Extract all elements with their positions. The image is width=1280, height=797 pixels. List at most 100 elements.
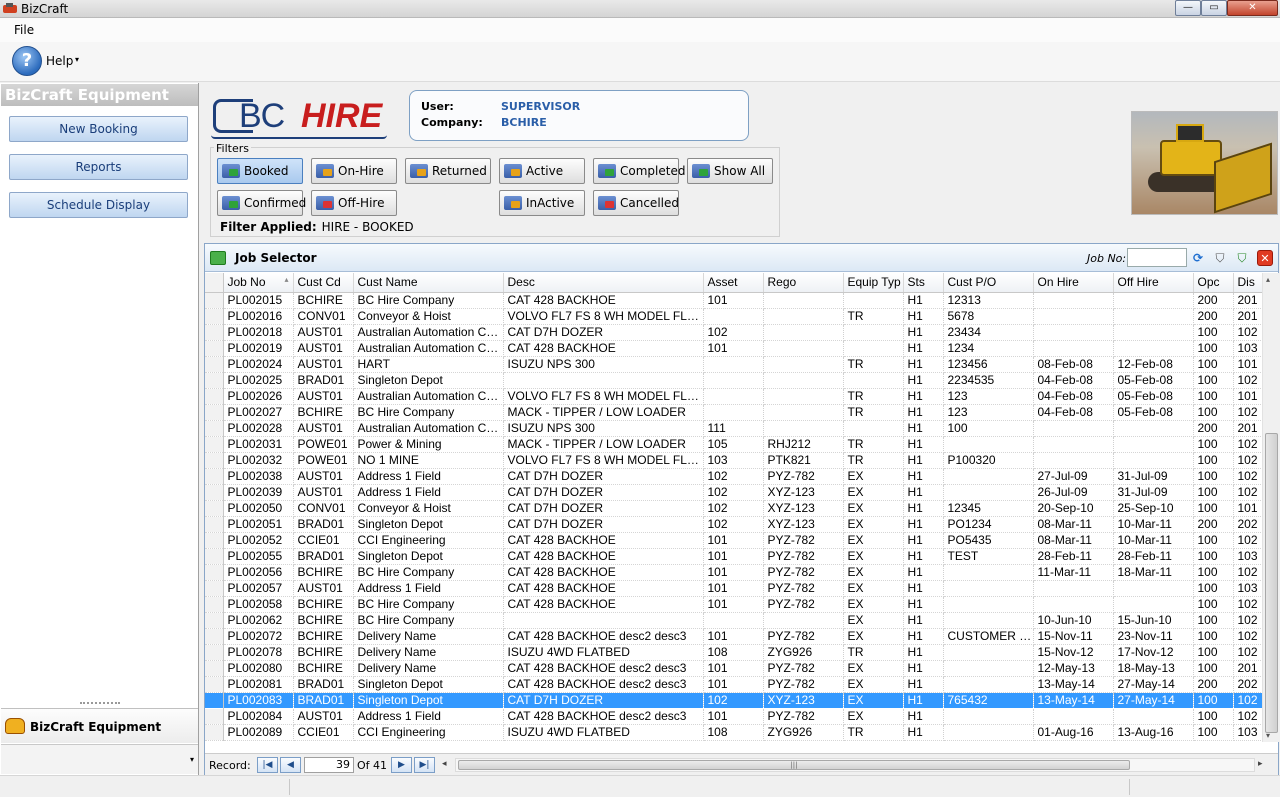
table-cell[interactable]: PL002018 (223, 324, 294, 341)
table-cell[interactable]: Power & Mining (353, 436, 504, 453)
table-cell[interactable]: 13-Aug-16 (1113, 724, 1194, 741)
table-cell[interactable]: BRAD01 (293, 372, 354, 389)
table-cell[interactable]: EX (843, 612, 904, 629)
column-header[interactable]: Desc (503, 273, 704, 293)
table-cell[interactable] (943, 612, 1034, 629)
table-cell[interactable] (1033, 596, 1114, 613)
table-cell[interactable]: 201 (1233, 292, 1262, 309)
table-cell[interactable]: Singleton Depot (353, 372, 504, 389)
scroll-up-icon[interactable]: ▴ (1266, 275, 1270, 284)
column-header[interactable]: Rego (763, 273, 844, 293)
column-header[interactable]: Opc (1193, 273, 1234, 293)
table-cell[interactable]: Australian Automation Cen... (353, 324, 504, 341)
table-cell[interactable]: EX (843, 676, 904, 693)
column-header[interactable]: Sts (903, 273, 944, 293)
filter-returned-button[interactable]: Returned (405, 158, 491, 184)
table-cell[interactable]: H1 (903, 644, 944, 661)
table-cell[interactable]: BCHIRE (293, 644, 354, 661)
table-cell[interactable]: H1 (903, 436, 944, 453)
table-cell[interactable]: EX (843, 564, 904, 581)
table-cell[interactable]: H1 (903, 324, 944, 341)
filter-active-button[interactable]: Active (499, 158, 585, 184)
minimize-button[interactable]: — (1175, 0, 1201, 16)
table-cell[interactable]: CUSTOMER P... (943, 628, 1034, 645)
table-cell[interactable]: CONV01 (293, 308, 354, 325)
scroll-down-icon[interactable]: ▾ (1266, 731, 1270, 740)
new-booking-button[interactable]: New Booking (9, 116, 188, 142)
schedule-display-button[interactable]: Schedule Display (9, 192, 188, 218)
table-cell[interactable]: 15-Jun-10 (1113, 612, 1194, 629)
table-cell[interactable] (703, 372, 764, 389)
table-cell[interactable]: PL002089 (223, 724, 294, 741)
table-cell[interactable]: ISUZU 4WD FLATBED (503, 724, 704, 741)
table-row[interactable]: PL002051 BRAD01 Singleton Depot CAT D7H DOZ… (205, 516, 1262, 533)
table-cell[interactable]: 18-May-13 (1113, 660, 1194, 677)
table-cell[interactable] (943, 580, 1034, 597)
help-caret-icon[interactable]: ▾ (75, 55, 79, 64)
table-cell[interactable]: EX (843, 468, 904, 485)
help-icon[interactable]: ? (12, 46, 42, 76)
table-cell[interactable]: 100 (1193, 532, 1234, 549)
table-cell[interactable]: 04-Feb-08 (1033, 372, 1114, 389)
table-cell[interactable]: EX (843, 580, 904, 597)
vertical-scrollbar[interactable]: ▴ ▾ (1262, 273, 1279, 742)
table-cell[interactable]: 05-Feb-08 (1113, 372, 1194, 389)
table-cell[interactable]: 10-Mar-11 (1113, 516, 1194, 533)
table-cell[interactable]: 100 (1193, 324, 1234, 341)
table-cell[interactable] (1113, 420, 1194, 437)
row-indicator[interactable] (205, 692, 224, 709)
refresh-icon[interactable]: ⟳ (1190, 250, 1206, 266)
table-cell[interactable]: PYZ-782 (763, 596, 844, 613)
table-cell[interactable]: EX (843, 660, 904, 677)
table-cell[interactable]: PL002072 (223, 628, 294, 645)
table-cell[interactable] (1033, 308, 1114, 325)
table-cell[interactable]: CAT 428 BACKHOE (503, 532, 704, 549)
table-cell[interactable]: AUST01 (293, 420, 354, 437)
row-indicator[interactable] (205, 596, 224, 613)
table-row[interactable]: PL002084 AUST01 Address 1 Field CAT 428 BAC… (205, 708, 1262, 725)
row-indicator[interactable] (205, 644, 224, 661)
table-cell[interactable]: 201 (1233, 420, 1262, 437)
row-indicator[interactable] (205, 548, 224, 565)
table-cell[interactable]: 101 (703, 628, 764, 645)
row-indicator[interactable] (205, 676, 224, 693)
table-cell[interactable] (1113, 324, 1194, 341)
table-cell[interactable]: CONV01 (293, 500, 354, 517)
table-cell[interactable]: 108 (703, 644, 764, 661)
table-cell[interactable]: VOLVO FL7 FS 8 WH MODEL FL7F... (503, 452, 704, 469)
table-cell[interactable]: 101 (703, 708, 764, 725)
table-cell[interactable]: H1 (903, 372, 944, 389)
table-cell[interactable]: TR (843, 404, 904, 421)
table-cell[interactable]: 100 (1193, 468, 1234, 485)
table-cell[interactable]: PL002016 (223, 308, 294, 325)
table-cell[interactable]: PL002032 (223, 452, 294, 469)
filter-show-all-button[interactable]: Show All (687, 158, 773, 184)
table-cell[interactable] (763, 372, 844, 389)
table-cell[interactable]: 102 (1233, 372, 1262, 389)
table-cell[interactable]: Delivery Name (353, 628, 504, 645)
table-cell[interactable] (943, 484, 1034, 501)
table-row[interactable]: PL002078 BCHIRE Delivery Name ISUZU 4WD FLA… (205, 644, 1262, 661)
table-row[interactable]: PL002081 BRAD01 Singleton Depot CAT 428 BAC… (205, 676, 1262, 693)
table-cell[interactable]: NO 1 MINE (353, 452, 504, 469)
table-cell[interactable]: 101 (703, 340, 764, 357)
table-cell[interactable] (1113, 340, 1194, 357)
table-cell[interactable]: 102 (1233, 564, 1262, 581)
table-cell[interactable]: EX (843, 516, 904, 533)
table-cell[interactable]: XYZ-123 (763, 516, 844, 533)
table-cell[interactable] (843, 324, 904, 341)
table-cell[interactable]: 100 (1193, 724, 1234, 741)
table-cell[interactable]: AUST01 (293, 324, 354, 341)
table-cell[interactable]: EX (843, 532, 904, 549)
table-cell[interactable]: 100 (1193, 580, 1234, 597)
table-cell[interactable]: CAT D7H DOZER (503, 324, 704, 341)
table-cell[interactable]: 102 (1233, 596, 1262, 613)
table-cell[interactable]: CAT 428 BACKHOE (503, 596, 704, 613)
table-cell[interactable]: Delivery Name (353, 660, 504, 677)
table-cell[interactable]: H1 (903, 404, 944, 421)
table-cell[interactable]: PL002080 (223, 660, 294, 677)
column-header[interactable]: Cust P/O (943, 273, 1034, 293)
table-cell[interactable]: 15-Nov-11 (1033, 628, 1114, 645)
table-cell[interactable]: 25-Sep-10 (1113, 500, 1194, 517)
prev-record-button[interactable]: ◀ (280, 757, 301, 773)
